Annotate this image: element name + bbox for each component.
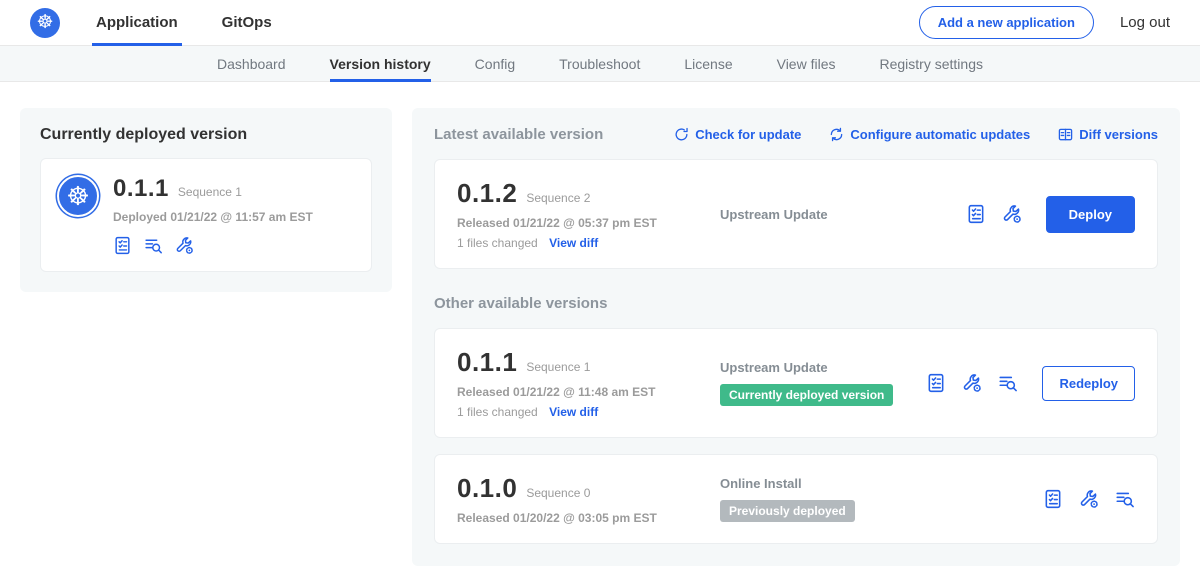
previously-deployed-badge: Previously deployed [720,500,855,522]
version-source: Upstream Update [712,207,966,222]
files-changed-label: 1 files changed [457,405,538,419]
source-label: Upstream Update [720,360,926,375]
edit-config-icon[interactable] [962,373,982,393]
version-source: Online Install Previously deployed [712,476,1043,522]
source-label: Online Install [720,476,1043,491]
view-diff-link[interactable]: View diff [549,405,598,419]
version-number: 0.1.0 [457,473,517,504]
top-nav: Application GitOps [92,0,312,46]
edit-config-icon[interactable] [1002,204,1022,224]
version-card-row: 0.1.1 Sequence 1 Released 01/21/22 @ 11:… [434,328,1158,438]
version-card-latest: 0.1.2 Sequence 2 Released 01/21/22 @ 05:… [434,159,1158,269]
tab-view-files[interactable]: View files [777,46,836,82]
files-changed-line: 1 files changed View diff [457,405,712,419]
tab-version-history[interactable]: Version history [330,46,431,82]
version-actions [1043,489,1135,509]
diff-versions-link[interactable]: Diff versions [1058,127,1158,142]
deployed-version-info: 0.1.1 Sequence 1 Deployed 01/21/22 @ 11:… [113,175,313,255]
check-for-update-label: Check for update [695,127,801,142]
tab-dashboard[interactable]: Dashboard [217,46,286,82]
view-diff-link[interactable]: View diff [549,236,598,250]
redeploy-button[interactable]: Redeploy [1042,366,1135,401]
configure-automatic-updates-link[interactable]: Configure automatic updates [829,127,1030,142]
diff-versions-label: Diff versions [1079,127,1158,142]
diff-versions-icon [1058,127,1073,142]
source-label: Upstream Update [720,207,966,222]
deployed-date: Deployed 01/21/22 @ 11:57 am EST [113,210,313,224]
version-row: 0.1.0 Sequence 0 [457,473,712,504]
version-info: 0.1.1 Sequence 1 Released 01/21/22 @ 11:… [457,347,712,419]
released-date: Released 01/21/22 @ 05:37 pm EST [457,216,712,230]
edit-config-icon[interactable] [175,236,194,255]
tab-license[interactable]: License [684,46,732,82]
files-changed-line: 1 files changed View diff [457,236,712,250]
version-number: 0.1.1 [457,347,517,378]
currently-deployed-badge: Currently deployed version [720,384,893,406]
kubernetes-logo-icon: ☸ [30,8,60,38]
deployed-version-row: 0.1.1 Sequence 1 [113,175,313,203]
tab-registry-settings[interactable]: Registry settings [880,46,983,82]
diff-icon[interactable] [1115,489,1135,509]
other-versions-title: Other available versions [434,295,1158,312]
version-actions: Redeploy [926,366,1135,401]
refresh-icon [674,127,689,142]
version-card-row: 0.1.0 Sequence 0 Released 01/20/22 @ 03:… [434,454,1158,544]
version-source: Upstream Update Currently deployed versi… [712,360,926,406]
latest-available-title: Latest available version [434,126,603,143]
deployed-sequence-label: Sequence 1 [178,185,242,199]
check-for-update-link[interactable]: Check for update [674,127,801,142]
release-notes-icon[interactable] [113,236,132,255]
deployed-version-card: ☸ 0.1.1 Sequence 1 Deployed 01/21/22 @ 1… [40,158,372,272]
diff-icon[interactable] [144,236,163,255]
version-row: 0.1.1 Sequence 1 [457,347,712,378]
logout-link[interactable]: Log out [1120,14,1170,31]
tab-application[interactable]: Application [92,0,182,46]
sync-icon [829,127,844,142]
release-notes-icon[interactable] [1043,489,1063,509]
diff-icon[interactable] [998,373,1018,393]
main-content: Currently deployed version ☸ 0.1.1 Seque… [0,82,1200,566]
edit-config-icon[interactable] [1079,489,1099,509]
release-notes-icon[interactable] [926,373,946,393]
tab-config[interactable]: Config [475,46,515,82]
top-bar: ☸ Application GitOps Add a new applicati… [0,0,1200,46]
deployed-actions [113,236,313,255]
version-row: 0.1.2 Sequence 2 [457,178,712,209]
released-date: Released 01/21/22 @ 11:48 am EST [457,385,712,399]
released-date: Released 01/20/22 @ 03:05 pm EST [457,511,712,525]
version-actions: Deploy [966,196,1135,233]
configure-automatic-updates-label: Configure automatic updates [850,127,1030,142]
version-history-panel: Latest available version Check for updat… [412,108,1180,566]
deployed-version-number: 0.1.1 [113,175,169,203]
app-sub-nav: Dashboard Version history Config Trouble… [0,46,1200,82]
currently-deployed-panel: Currently deployed version ☸ 0.1.1 Seque… [20,108,392,292]
sequence-label: Sequence 1 [526,360,590,374]
sequence-label: Sequence 2 [526,191,590,205]
version-info: 0.1.2 Sequence 2 Released 01/21/22 @ 05:… [457,178,712,250]
deployed-panel-title: Currently deployed version [40,126,372,144]
release-notes-icon[interactable] [966,204,986,224]
add-application-button[interactable]: Add a new application [919,6,1094,39]
updates-header: Latest available version Check for updat… [434,126,1158,143]
files-changed-label: 1 files changed [457,236,538,250]
tab-troubleshoot[interactable]: Troubleshoot [559,46,640,82]
deploy-button[interactable]: Deploy [1046,196,1135,233]
sequence-label: Sequence 0 [526,486,590,500]
tab-gitops[interactable]: GitOps [218,0,276,46]
version-info: 0.1.0 Sequence 0 Released 01/20/22 @ 03:… [457,473,712,525]
app-logo-icon: ☸ [57,175,99,217]
version-number: 0.1.2 [457,178,517,209]
updates-actions: Check for update Configure automatic upd… [674,127,1158,142]
